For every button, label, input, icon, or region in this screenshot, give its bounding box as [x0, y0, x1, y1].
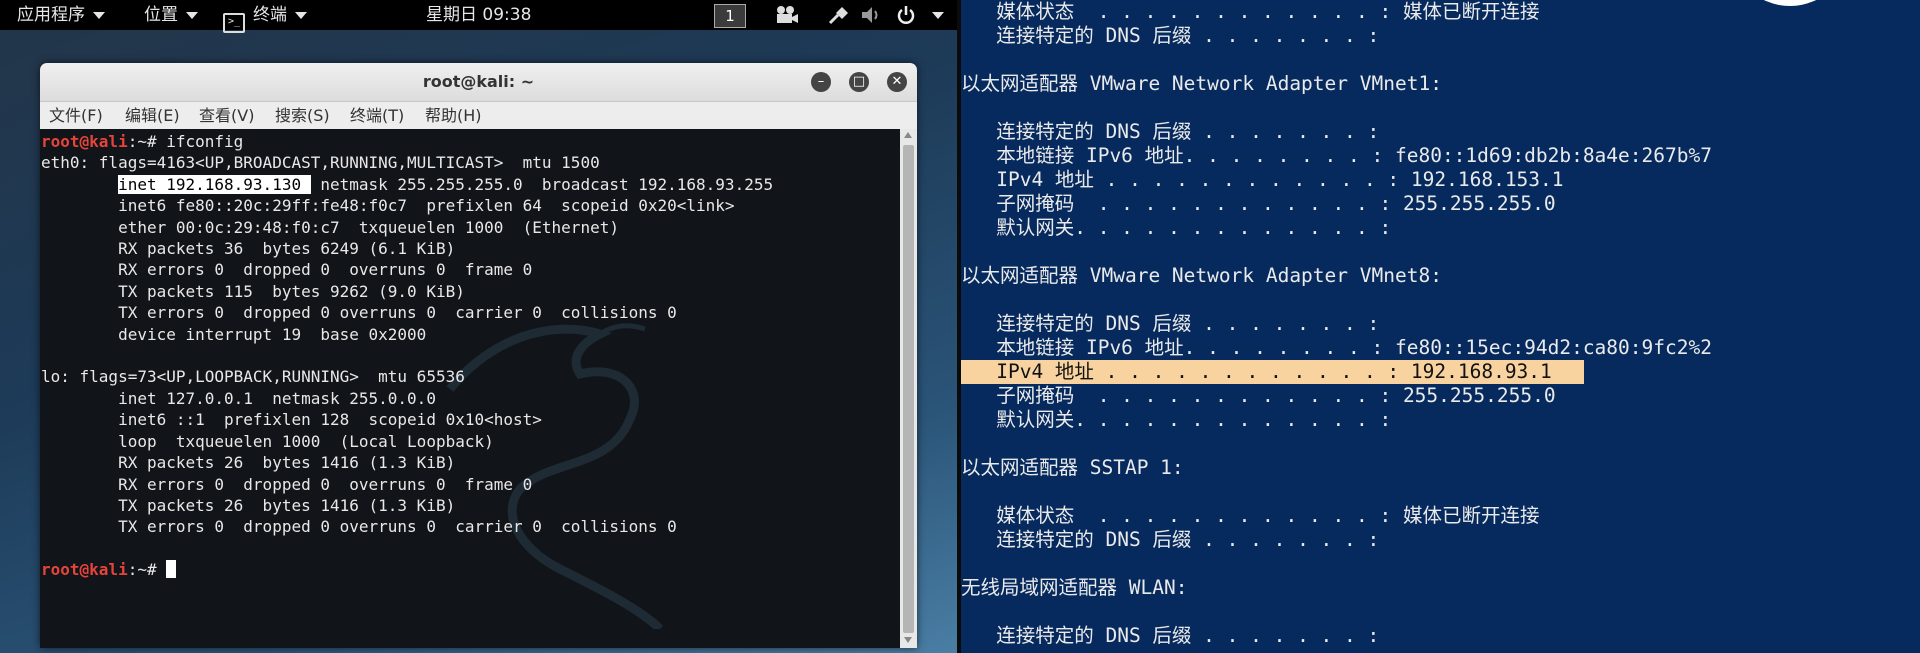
chevron-down-icon[interactable] [932, 12, 944, 19]
prompt-suffix: :~# [127, 132, 167, 151]
cmd-line: 连接特定的 DNS 后缀 . . . . . . . : [961, 120, 1380, 143]
window-titlebar[interactable]: root@kali: ~ – □ ✕ [40, 63, 917, 102]
output-line: TX errors 0 dropped 0 overruns 0 carrier… [118, 517, 677, 537]
eth0-header: eth0: flags=4163<UP,BROADCAST,RUNNING,MU… [41, 153, 600, 173]
places-label: 位置 [144, 5, 178, 25]
applications-menu[interactable]: 应用程序 [17, 0, 105, 30]
output-line: loop txqueuelen 1000 (Local Loopback) [118, 431, 494, 451]
places-menu[interactable]: 位置 [144, 0, 198, 30]
eth0-inet-highlight: inet 192.168.93.130 [118, 174, 311, 194]
window-title: root@kali: ~ [422, 72, 535, 91]
terminal-app-menu[interactable]: >_ 终端 [223, 0, 307, 33]
terminal-text: root@kali:~# ifconfig eth0: flags=4163<U… [41, 131, 773, 581]
scroll-down-icon[interactable] [904, 637, 912, 643]
cmd-line: 默认网关. . . . . . . . . . . . . : [961, 408, 1392, 431]
output-line: RX packets 26 bytes 1416 (1.3 KiB) [118, 453, 456, 473]
chevron-down-icon [186, 11, 198, 19]
terminal-scrollbar[interactable] [900, 129, 917, 648]
menu-view[interactable]: 查看(V) [199, 102, 254, 129]
close-button[interactable]: ✕ [887, 72, 907, 92]
cmd-line: IPv4 地址 . . . . . . . . . . . . : 192.16… [961, 168, 1564, 191]
output-line: inet6 fe80::20c:29ff:fe48:f0c7 prefixlen… [118, 196, 735, 216]
workspace-indicator[interactable]: 1 [714, 4, 746, 28]
cmd-line: 子网掩码 . . . . . . . . . . . . : 255.255.2… [961, 192, 1556, 215]
cmd-line: 以太网适配器 SSTAP 1: [961, 456, 1184, 479]
cmd-line: 默认网关. . . . . . . . . . . . . : [961, 216, 1392, 239]
output-line: TX errors 0 dropped 0 overruns 0 carrier… [118, 303, 677, 323]
cmd-line: 连接特定的 DNS 后缀 . . . . . . . : [961, 528, 1380, 551]
output-line: ether 00:0c:29:48:f0:c7 txqueuelen 1000 … [118, 217, 619, 237]
text-cursor [166, 560, 177, 579]
output-line: inet6 ::1 prefixlen 128 scopeid 0x10<hos… [118, 410, 542, 430]
cmd-line: 以太网适配器 VMware Network Adapter VMnet1: [961, 72, 1442, 95]
lo-header: lo: flags=73<UP,LOOPBACK,RUNNING> mtu 65… [41, 367, 465, 387]
volume-icon[interactable] [860, 5, 882, 25]
terminal-app-icon: >_ [223, 13, 245, 33]
windows-cmd-output[interactable]: 媒体状态 . . . . . . . . . . . . : 媒体已断开连接 连… [961, 0, 1920, 653]
prompt-user: root@kali [41, 132, 128, 151]
output-line: TX packets 115 bytes 9262 (9.0 KiB) [118, 281, 465, 301]
cmd-line: 本地链接 IPv6 地址. . . . . . . . : fe80::1d69… [961, 144, 1712, 167]
terminal-window[interactable]: root@kali: ~ – □ ✕ 文件(F) 编辑(E) 查看(V) 搜索(… [40, 63, 917, 648]
chevron-down-icon [295, 11, 307, 19]
cmd-line: 连接特定的 DNS 后缀 . . . . . . . : [961, 624, 1380, 647]
top-panel: 应用程序 位置 >_ 终端 星期日 09:38 1 [0, 0, 957, 33]
cmd-line: 无线局域网适配器 WLAN: [961, 576, 1188, 599]
prompt-user: root@kali [41, 560, 128, 580]
terminal-menubar: 文件(F) 编辑(E) 查看(V) 搜索(S) 终端(T) 帮助(H) [40, 102, 917, 129]
plug-icon[interactable] [828, 5, 850, 25]
chevron-down-icon [93, 11, 105, 19]
output-line: inet 127.0.0.1 netmask 255.0.0.0 [118, 388, 436, 408]
kali-desktop: 应用程序 位置 >_ 终端 星期日 09:38 1 root@kali: ~ –… [0, 0, 957, 653]
menu-help[interactable]: 帮助(H) [425, 102, 482, 129]
clock[interactable]: 星期日 09:38 [426, 0, 531, 30]
menu-edit[interactable]: 编辑(E) [125, 102, 180, 129]
menu-search[interactable]: 搜索(S) [275, 102, 330, 129]
cmd-line: 连接特定的 DNS 后缀 . . . . . . . : [961, 312, 1380, 335]
menu-file[interactable]: 文件(F) [49, 102, 103, 129]
scrollbar-thumb[interactable] [903, 145, 914, 633]
video-camera-icon[interactable] [774, 5, 800, 25]
output-line: RX errors 0 dropped 0 overruns 0 frame 0 [118, 474, 533, 494]
power-icon[interactable] [896, 5, 916, 25]
cmd-line: 媒体状态 . . . . . . . . . . . . : 媒体已断开连接 [961, 0, 1540, 23]
minimize-button[interactable]: – [811, 72, 831, 92]
terminal-app-label: 终端 [253, 5, 287, 25]
cmd-line: 本地链接 IPv6 地址. . . . . . . . : fe80::15ec… [961, 336, 1712, 359]
output-line: TX packets 26 bytes 1416 (1.3 KiB) [118, 495, 456, 515]
scroll-up-icon[interactable] [904, 132, 912, 138]
menu-terminal[interactable]: 终端(T) [350, 102, 404, 129]
maximize-button[interactable]: □ [849, 72, 869, 92]
output-line: device interrupt 19 base 0x2000 [118, 324, 427, 344]
output-line: RX errors 0 dropped 0 overruns 0 frame 0 [118, 260, 533, 280]
terminal-output[interactable]: root@kali:~# ifconfig eth0: flags=4163<U… [40, 129, 917, 648]
prompt-suffix: :~# [127, 560, 167, 580]
cmd-line: 连接特定的 DNS 后缀 . . . . . . . : [961, 24, 1380, 47]
eth0-inet-rest: netmask 255.255.255.0 broadcast 192.168.… [310, 174, 774, 194]
cmd-line: 媒体状态 . . . . . . . . . . . . : 媒体已断开连接 [961, 504, 1540, 527]
cmd-line-highlighted: IPv4 地址 . . . . . . . . . . . . : 192.16… [961, 360, 1584, 384]
output-line: RX packets 36 bytes 6249 (6.1 KiB) [118, 239, 456, 259]
command-text: ifconfig [166, 132, 244, 151]
cmd-line: 子网掩码 . . . . . . . . . . . . : 255.255.2… [961, 384, 1556, 407]
applications-label: 应用程序 [17, 5, 85, 25]
cmd-line: 以太网适配器 VMware Network Adapter VMnet8: [961, 264, 1442, 287]
